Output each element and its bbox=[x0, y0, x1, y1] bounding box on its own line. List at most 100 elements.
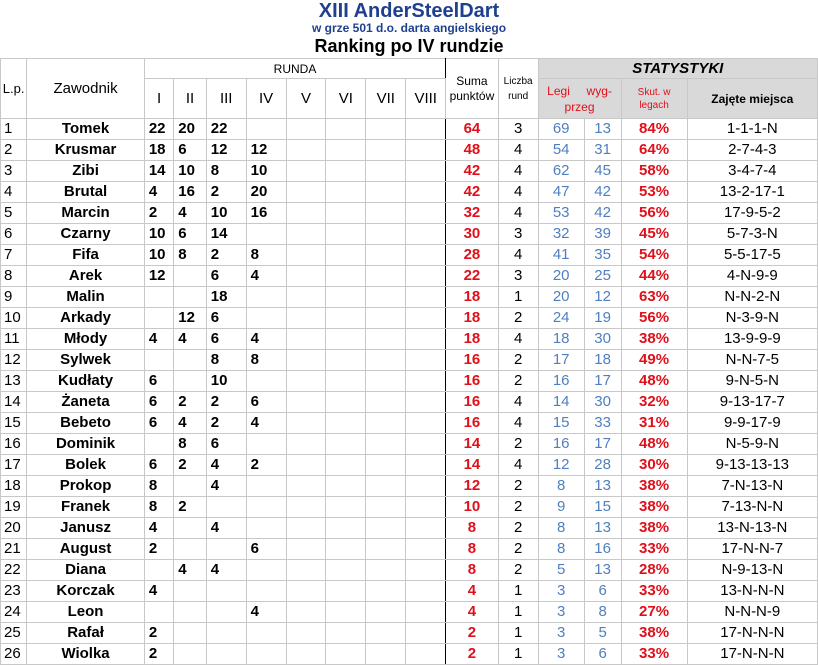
row-lp: 10 bbox=[0, 307, 28, 329]
row-round-6 bbox=[325, 391, 367, 413]
row-round-8 bbox=[405, 244, 447, 266]
row-effectiveness: 28% bbox=[620, 559, 688, 581]
table-row: 16 Dominik 8 6 14 2 16 17 48% N-5-9-N bbox=[0, 433, 818, 455]
row-round-6 bbox=[325, 412, 367, 434]
row-lp: 6 bbox=[0, 223, 28, 245]
row-places: 3-4-7-4 bbox=[686, 160, 818, 182]
table-row: 6 Czarny 10 6 14 30 3 32 39 45% 5-7-3-N bbox=[0, 223, 818, 245]
row-round-4 bbox=[245, 286, 287, 308]
row-round-5 bbox=[285, 517, 327, 539]
row-places: N-5-9-N bbox=[686, 433, 818, 455]
header-player: Zawodnik bbox=[26, 58, 145, 119]
row-rounds-count: 4 bbox=[497, 454, 539, 476]
row-rounds-count: 4 bbox=[497, 391, 539, 413]
row-lp: 4 bbox=[0, 181, 28, 203]
row-places: N-N-7-5 bbox=[686, 349, 818, 371]
row-effectiveness: 84% bbox=[620, 118, 688, 140]
table-row: 15 Bebeto 6 4 2 4 16 4 15 33 31% 9-9-17-9 bbox=[0, 412, 818, 434]
table-row: 13 Kudłaty 6 10 16 2 16 17 48% 9-N-5-N bbox=[0, 370, 818, 392]
row-player-name: August bbox=[26, 538, 145, 560]
header-round-1: I bbox=[143, 78, 175, 119]
row-round-6 bbox=[325, 454, 367, 476]
row-round-5 bbox=[285, 601, 327, 623]
row-round-4: 8 bbox=[245, 244, 287, 266]
row-round-4: 4 bbox=[245, 601, 287, 623]
row-round-6 bbox=[325, 370, 367, 392]
row-round-8 bbox=[405, 433, 447, 455]
row-sum: 18 bbox=[445, 328, 499, 350]
table-row: 4 Brutal 4 16 2 20 42 4 47 42 53% 13-2-17-1 bbox=[0, 181, 818, 203]
row-effectiveness: 45% bbox=[620, 223, 688, 245]
row-round-2: 2 bbox=[173, 496, 207, 518]
header-round-2: II bbox=[173, 78, 207, 119]
row-legs-lost: 42 bbox=[583, 202, 622, 224]
row-player-name: Marcin bbox=[26, 202, 145, 224]
row-round-1 bbox=[143, 307, 175, 329]
row-lp: 23 bbox=[0, 580, 28, 602]
header-round-4: IV bbox=[245, 78, 287, 119]
row-sum: 42 bbox=[445, 181, 499, 203]
row-round-1 bbox=[143, 601, 175, 623]
row-round-6 bbox=[325, 265, 367, 287]
row-round-3: 4 bbox=[205, 475, 247, 497]
row-round-1: 6 bbox=[143, 370, 175, 392]
row-places: 5-5-17-5 bbox=[686, 244, 818, 266]
row-round-5 bbox=[285, 559, 327, 581]
row-round-2: 4 bbox=[173, 559, 207, 581]
header-effectiveness: Skut. w legach bbox=[620, 78, 688, 119]
row-round-5 bbox=[285, 349, 327, 371]
row-round-4 bbox=[245, 433, 287, 455]
row-round-8 bbox=[405, 391, 447, 413]
row-sum: 30 bbox=[445, 223, 499, 245]
row-effectiveness: 56% bbox=[620, 202, 688, 224]
row-round-2: 4 bbox=[173, 328, 207, 350]
header-places: Zajęte miejsca bbox=[686, 78, 818, 119]
row-rounds-count: 2 bbox=[497, 475, 539, 497]
row-sum: 12 bbox=[445, 475, 499, 497]
row-round-8 bbox=[405, 181, 447, 203]
row-round-6 bbox=[325, 286, 367, 308]
header-sum: Suma punktów bbox=[445, 58, 499, 119]
row-legs-won: 69 bbox=[537, 118, 585, 140]
row-sum: 4 bbox=[445, 580, 499, 602]
row-round-1: 6 bbox=[143, 454, 175, 476]
row-round-4: 20 bbox=[245, 181, 287, 203]
row-round-8 bbox=[405, 265, 447, 287]
row-legs-lost: 6 bbox=[583, 580, 622, 602]
row-round-4: 10 bbox=[245, 160, 287, 182]
row-round-2 bbox=[173, 643, 207, 665]
row-round-2 bbox=[173, 580, 207, 602]
row-round-3 bbox=[205, 622, 247, 644]
row-lp: 2 bbox=[0, 139, 28, 161]
row-round-7 bbox=[365, 160, 407, 182]
row-rounds-count: 4 bbox=[497, 181, 539, 203]
row-sum: 4 bbox=[445, 601, 499, 623]
row-round-2 bbox=[173, 601, 207, 623]
row-round-5 bbox=[285, 643, 327, 665]
row-round-6 bbox=[325, 622, 367, 644]
row-effectiveness: 33% bbox=[620, 643, 688, 665]
table-row: 12 Sylwek 8 8 16 2 17 18 49% N-N-7-5 bbox=[0, 349, 818, 371]
row-lp: 16 bbox=[0, 433, 28, 455]
row-legs-won: 16 bbox=[537, 370, 585, 392]
row-legs-won: 12 bbox=[537, 454, 585, 476]
row-lp: 12 bbox=[0, 349, 28, 371]
row-round-5 bbox=[285, 118, 327, 140]
row-player-name: Żaneta bbox=[26, 391, 145, 413]
row-round-1 bbox=[143, 433, 175, 455]
row-legs-lost: 17 bbox=[583, 433, 622, 455]
row-rounds-count: 4 bbox=[497, 244, 539, 266]
row-places: 17-N-N-N bbox=[686, 622, 818, 644]
row-legs-lost: 6 bbox=[583, 643, 622, 665]
header-stats: STATYSTYKI bbox=[537, 58, 818, 79]
row-round-3 bbox=[205, 538, 247, 560]
row-lp: 5 bbox=[0, 202, 28, 224]
header-round-8: VIII bbox=[405, 78, 447, 119]
row-round-7 bbox=[365, 559, 407, 581]
row-round-2: 20 bbox=[173, 118, 207, 140]
row-round-6 bbox=[325, 139, 367, 161]
row-sum: 2 bbox=[445, 643, 499, 665]
row-legs-won: 47 bbox=[537, 181, 585, 203]
row-round-8 bbox=[405, 643, 447, 665]
row-round-5 bbox=[285, 244, 327, 266]
